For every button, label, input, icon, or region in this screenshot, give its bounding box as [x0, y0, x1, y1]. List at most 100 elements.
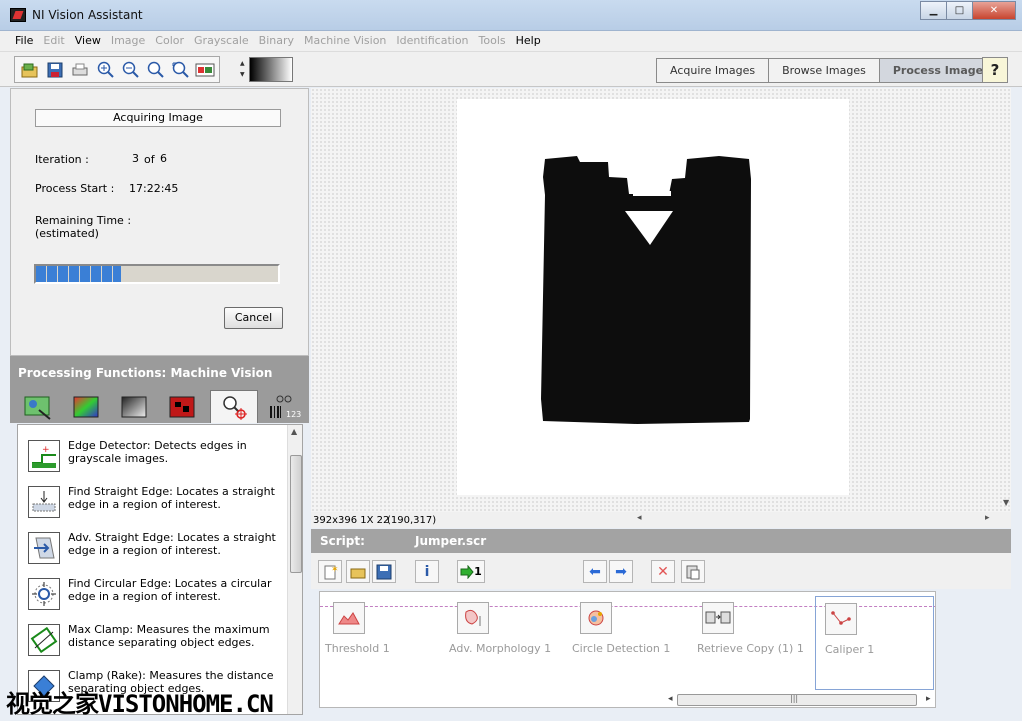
- run-once-icon: [460, 564, 474, 579]
- image-scroll-left-icon[interactable]: ◂: [637, 513, 642, 523]
- delete-step-button[interactable]: ✕: [651, 560, 675, 583]
- menu-tools[interactable]: Tools: [474, 31, 511, 51]
- function-description: Find Circular Edge: Locates a circular e…: [68, 577, 272, 603]
- minimize-button[interactable]: ▁: [920, 1, 947, 20]
- window-controls: ▁ □ ✕: [920, 1, 1016, 20]
- menu-machine-vision[interactable]: Machine Vision: [299, 31, 391, 51]
- zoom-fit-icon[interactable]: [168, 58, 191, 81]
- binary-tab[interactable]: [158, 390, 206, 423]
- processing-function-list: + Edge Detector: Detects edges in graysc…: [17, 424, 303, 715]
- print-icon[interactable]: [68, 58, 91, 81]
- steps-scroll-left-icon[interactable]: ◂: [668, 694, 673, 704]
- script-step-caliper[interactable]: Caliper 1: [815, 596, 934, 690]
- maximize-button[interactable]: □: [946, 1, 973, 20]
- menu-view[interactable]: View: [70, 31, 106, 51]
- processing-function-tabs: 123: [10, 388, 309, 423]
- open-script-button[interactable]: [346, 560, 370, 583]
- script-steps-area[interactable]: Threshold 1 Adv. Morphology 1 Circle Det…: [319, 591, 936, 708]
- iteration-current: 3: [132, 152, 139, 165]
- image-canvas[interactable]: [457, 99, 849, 495]
- open-image-icon[interactable]: [18, 58, 41, 81]
- function-edge-detector[interactable]: + Edge Detector: Detects edges in graysc…: [18, 435, 286, 481]
- menu-color[interactable]: Color: [150, 31, 189, 51]
- browse-images-tab[interactable]: Browse Images: [769, 59, 880, 82]
- function-adv-straight-edge[interactable]: Adv. Straight Edge: Locates a straight e…: [18, 527, 286, 573]
- cancel-button[interactable]: Cancel: [224, 307, 283, 329]
- script-step-retrieve-copy[interactable]: Retrieve Copy (1) 1: [696, 602, 816, 662]
- new-script-icon: ✶: [324, 565, 338, 579]
- script-header: Script: Jumper.scr: [311, 529, 1011, 553]
- save-script-button[interactable]: [372, 560, 396, 583]
- identification-tab[interactable]: 123: [260, 390, 308, 423]
- menu-grayscale[interactable]: Grayscale: [189, 31, 254, 51]
- processing-functions-header: Processing Functions: Machine Vision: [10, 356, 309, 388]
- image-scroll-right-icon[interactable]: ▸: [985, 513, 990, 523]
- menu-file[interactable]: File: [10, 31, 38, 51]
- image-scroll-down-icon[interactable]: ▼: [1003, 498, 1009, 507]
- function-list-scrollbar[interactable]: ▲: [287, 425, 302, 714]
- script-step-adv-morphology[interactable]: Adv. Morphology 1: [447, 602, 567, 662]
- menu-bar: File Edit View Image Color Grayscale Bin…: [0, 31, 1022, 52]
- menu-edit[interactable]: Edit: [38, 31, 69, 51]
- image-palette-icon[interactable]: [193, 58, 216, 81]
- image-tab[interactable]: [14, 390, 62, 423]
- window-title: NI Vision Assistant: [32, 8, 143, 22]
- new-script-button[interactable]: ✶: [318, 560, 342, 583]
- step-label: Threshold 1: [325, 642, 390, 655]
- zoom-1to1-icon[interactable]: [143, 58, 166, 81]
- step-back-button[interactable]: ⬅: [583, 560, 607, 583]
- run-once-button[interactable]: 1: [457, 560, 485, 583]
- svg-text:+: +: [42, 445, 50, 455]
- color-tab-icon: [73, 396, 99, 417]
- step-label: Retrieve Copy (1) 1: [697, 642, 804, 655]
- progress-fill: [36, 266, 121, 282]
- menu-help[interactable]: Help: [511, 31, 546, 51]
- machine-vision-tab[interactable]: [210, 390, 258, 423]
- script-info-button[interactable]: i: [415, 560, 439, 583]
- menu-binary[interactable]: Binary: [254, 31, 299, 51]
- steps-scroll-thumb[interactable]: |||: [677, 694, 917, 706]
- zoom-in-icon[interactable]: [93, 58, 116, 81]
- acquire-images-tab[interactable]: Acquire Images: [657, 59, 770, 82]
- script-step-threshold[interactable]: Threshold 1: [325, 602, 445, 662]
- close-button[interactable]: ✕: [972, 1, 1016, 20]
- scroll-up-arrow-icon[interactable]: ▲: [291, 427, 297, 436]
- function-max-clamp[interactable]: Max Clamp: Measures the maximum distance…: [18, 619, 286, 665]
- zoom-out-icon[interactable]: [118, 58, 141, 81]
- grayscale-tab-icon: [121, 396, 147, 417]
- function-find-straight-edge[interactable]: Find Straight Edge: Locates a straight e…: [18, 481, 286, 527]
- menu-image[interactable]: Image: [106, 31, 150, 51]
- acquisition-header: Acquiring Image: [35, 109, 281, 127]
- paste-step-button[interactable]: [681, 560, 705, 583]
- function-description: Find Straight Edge: Locates a straight e…: [68, 485, 275, 511]
- acquisition-progress-bar: [34, 264, 280, 284]
- process-start-label: Process Start :: [35, 182, 115, 195]
- title-bar: NI Vision Assistant ▁ □ ✕: [0, 0, 1022, 31]
- delete-step-icon: ✕: [657, 563, 669, 580]
- iteration-total: 6: [160, 152, 167, 165]
- image-size-info: 392x396 1X 22: [313, 515, 390, 526]
- color-tab[interactable]: [62, 390, 110, 423]
- watermark-text: 视觉之家VISTONHOME.CN: [6, 690, 274, 718]
- edge-detector-icon: +: [28, 440, 60, 472]
- step-forward-button[interactable]: ➡: [609, 560, 633, 583]
- help-button[interactable]: ?: [982, 57, 1008, 83]
- scroll-thumb[interactable]: [290, 455, 302, 573]
- grayscale-palette-swatch[interactable]: [249, 57, 293, 82]
- function-find-circular-edge[interactable]: Find Circular Edge: Locates a circular e…: [18, 573, 286, 619]
- image-viewer[interactable]: ▼: [311, 88, 1011, 512]
- identification-tab-badge: 123: [286, 410, 302, 419]
- script-step-circle-detection[interactable]: Circle Detection 1: [570, 602, 690, 662]
- jumper-part-image: [541, 156, 751, 424]
- menu-identification[interactable]: Identification: [391, 31, 473, 51]
- steps-scroll-right-icon[interactable]: ▸: [926, 694, 931, 704]
- script-toolbar: ✶ i 1 ⬅ ➡ ✕: [311, 553, 1011, 589]
- grayscale-tab[interactable]: [110, 390, 158, 423]
- save-image-icon[interactable]: [43, 58, 66, 81]
- remaining-time-label: Remaining Time :: [35, 214, 132, 227]
- max-clamp-icon: [28, 624, 60, 656]
- acquisition-panel: Acquiring Image Iteration : 3 of 6 Proce…: [10, 88, 309, 356]
- script-filename: Jumper.scr: [415, 534, 487, 548]
- palette-spinner[interactable]: ▲ ▼: [240, 58, 248, 80]
- binary-tab-icon: [169, 396, 195, 417]
